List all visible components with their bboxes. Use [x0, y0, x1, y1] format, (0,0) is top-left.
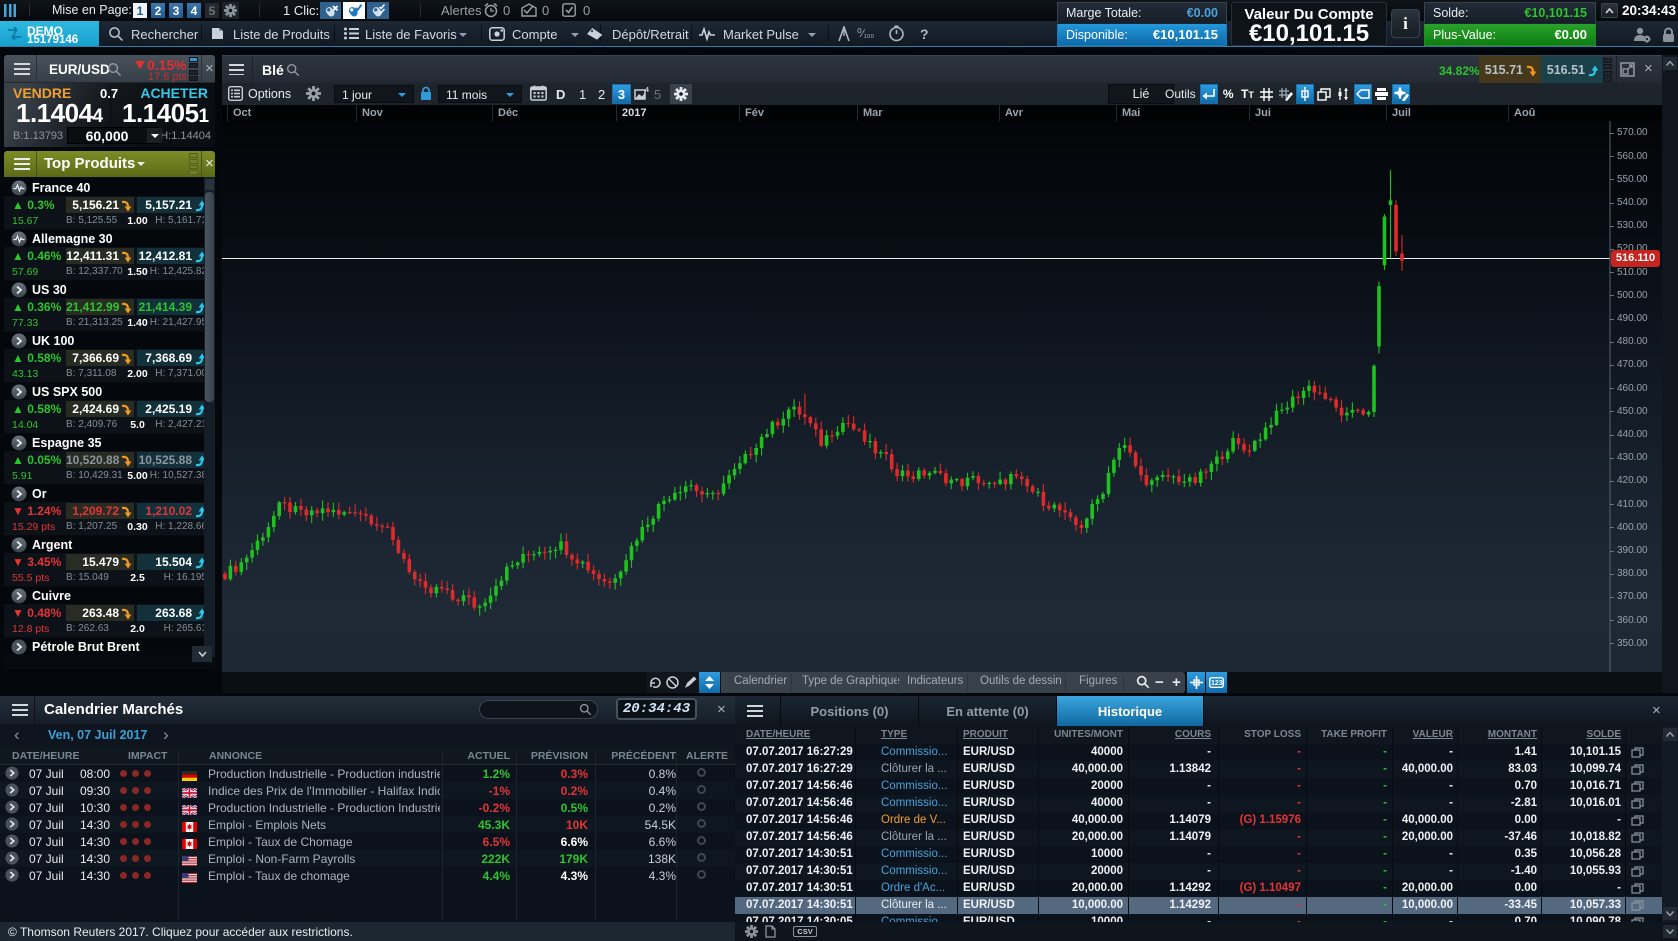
svg-text:123: 123 [1211, 680, 1223, 687]
